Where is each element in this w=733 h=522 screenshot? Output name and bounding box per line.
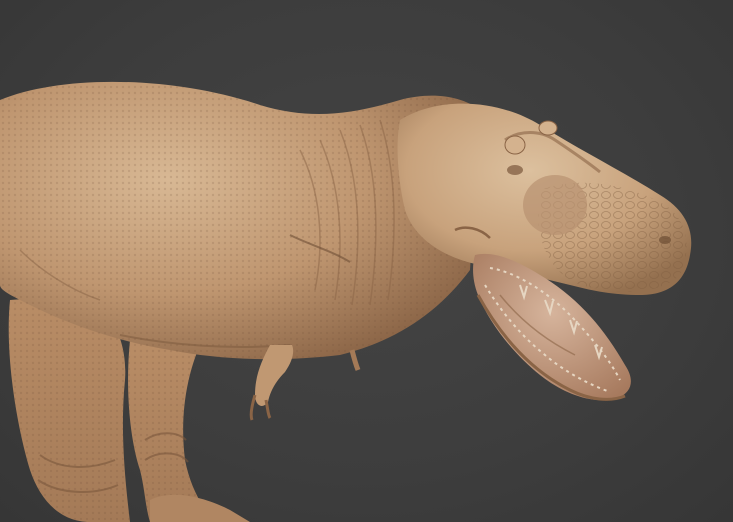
front-leg (128, 340, 250, 522)
render-viewport (0, 0, 733, 522)
dinosaur-render (0, 81, 692, 522)
